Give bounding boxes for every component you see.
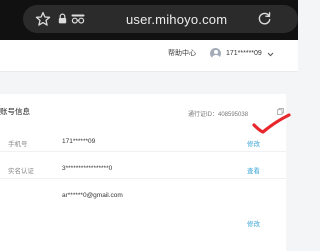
lock-icon	[58, 13, 67, 24]
modify-phone-link[interactable]: 修改	[247, 138, 260, 148]
divider	[0, 151, 286, 152]
site-header: 帮助中心 171******09	[0, 40, 298, 72]
phone-row: 手机号 171******09 修改	[0, 136, 286, 156]
email-row: ar******0@gmail.com	[0, 190, 286, 210]
star-outline-icon[interactable]	[35, 11, 51, 27]
reload-icon[interactable]	[257, 11, 272, 26]
row-label: 实名认证	[8, 168, 34, 175]
user-name: 171******09	[226, 50, 262, 57]
real-name-row: 实名认证 3*****************0 查看	[0, 163, 286, 183]
password-row: 修改	[0, 216, 286, 236]
user-menu-button[interactable]: 171******09	[205, 44, 279, 66]
help-center-link[interactable]: 帮助中心	[168, 48, 196, 58]
browser-address-bar: user.mihoyo.com	[0, 0, 298, 40]
email-value: ar******0@gmail.com	[62, 192, 123, 199]
view-id-link[interactable]: 查看	[247, 165, 260, 175]
chevron-down-icon	[267, 52, 274, 57]
url-text[interactable]: user.mihoyo.com	[126, 12, 227, 27]
avatar	[210, 48, 221, 59]
divider	[0, 178, 286, 179]
red-check-mark-annotation	[252, 113, 291, 134]
user-id-text: 通行证ID：408595038	[188, 112, 249, 118]
incognito-icon	[71, 14, 85, 24]
account-info-card: 账号信息 通行证ID：408595038 手机号 171******09 修改 …	[0, 94, 286, 251]
id-number-value: 3*****************0	[62, 165, 113, 172]
modify-password-link[interactable]: 修改	[247, 218, 260, 228]
phone-value: 171******09	[62, 138, 96, 145]
row-label: 手机号	[8, 141, 28, 148]
section-title: 账号信息	[0, 107, 30, 116]
